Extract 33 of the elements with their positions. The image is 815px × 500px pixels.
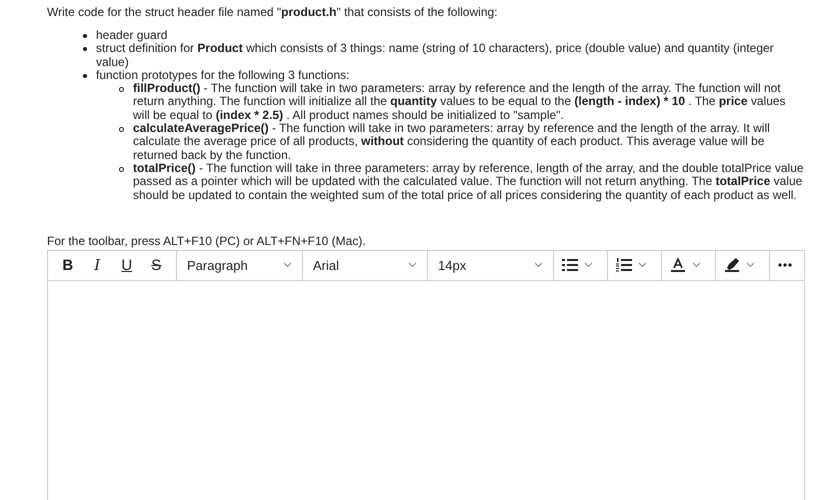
caret-icon [534, 262, 543, 268]
caret-icon [408, 262, 417, 268]
bold-button[interactable]: B [54, 253, 82, 278]
bullet-icon [119, 166, 124, 172]
bullet-icon [83, 47, 87, 52]
italic-button[interactable]: I [84, 253, 111, 278]
bullet-icon [83, 74, 87, 78]
caret-icon [746, 262, 755, 268]
caret-icon [584, 262, 593, 268]
format-dropdown[interactable]: Arial [309, 252, 421, 278]
list-item-text: calculateAveragePrice() - The function will take in two parameters: array by reference and the length of the array. It will calculate the average price of all products, without considering the quantity of each product. This average value will be returned back by the function. [133, 122, 771, 162]
bullet-list-icon [562, 258, 578, 272]
list-item-text: totalPrice() - The function will take in three parameters: array by reference, length of the array, and the double totalPrice value passed as a pointer which will be updated with the calculated value. The function will not return anything. The totalPrice value should be updated to contain the weighted sum of the total price of all prices considering the quantity of each product as well. [133, 162, 805, 202]
question-text: Write code for the struct header file named "product.h" that consists of the following: [47, 5, 498, 19]
underline-button[interactable]: U [113, 253, 140, 278]
list-item-text: fillProduct() - The function will take in two parameters: array by reference and the length of the array. The function will not return anything. The function will initialize all the quantity values to be equal to the (length - index) * 10 . The price values will be equal to (index * 2.5) . All product names should be initialized to "sample". [133, 82, 787, 122]
caret-icon [283, 262, 292, 268]
list-item-text: function prototypes for the following 3 functions: [96, 68, 350, 82]
bullet-icon [119, 87, 124, 92]
caret-icon [638, 262, 647, 268]
bullet-icon [119, 127, 124, 132]
caret-icon [692, 262, 701, 268]
format-dropdown[interactable]: 14px [434, 252, 547, 278]
highlighter-icon [724, 258, 740, 273]
strike-button[interactable]: S [142, 253, 170, 278]
numbered-list-icon [616, 258, 632, 272]
list-item-text: struct definition for Product which consists of 3 things: name (string of 10 characters), price (double value) and quantity (integer value) [96, 42, 775, 69]
toolbar-hint: For the toolbar, press ALT+F10 (PC) or ALT+FN+F10 (Mac). [47, 234, 367, 248]
more-icon [778, 263, 792, 268]
list-item-text: header guard [96, 29, 168, 42]
format-dropdown[interactable]: Paragraph [183, 252, 296, 278]
text-color-icon [670, 258, 686, 273]
bullet-icon [83, 34, 87, 38]
